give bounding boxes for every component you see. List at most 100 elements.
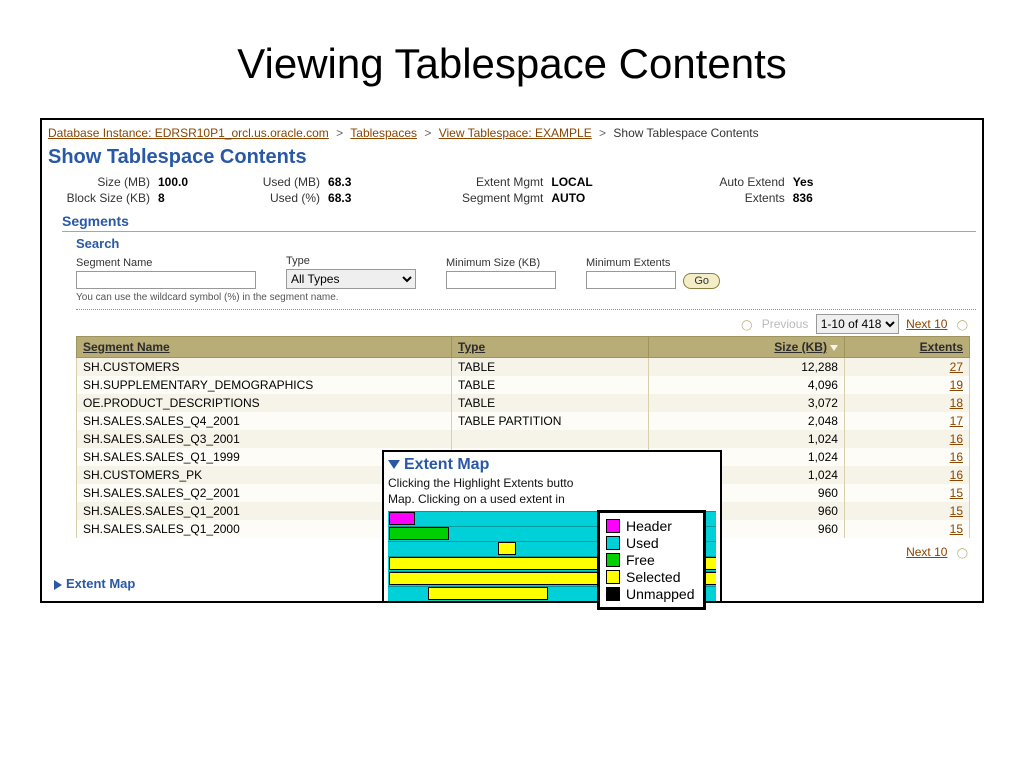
legend-label-header: Header bbox=[626, 518, 672, 534]
cell-extents: 15 bbox=[844, 484, 969, 502]
extents-link[interactable]: 27 bbox=[950, 360, 963, 374]
extents-link[interactable]: 17 bbox=[950, 414, 963, 428]
expand-icon bbox=[54, 580, 62, 590]
legend-swatch-unmapped bbox=[606, 587, 620, 601]
segment-name-input[interactable] bbox=[76, 271, 256, 289]
divider bbox=[76, 309, 976, 310]
table-row: SH.CUSTOMERSTABLE12,28827 bbox=[77, 358, 970, 377]
stat-label: Auto Extend bbox=[693, 175, 793, 189]
extents-link[interactable]: 15 bbox=[950, 504, 963, 518]
stat-value-size-mb: 100.0 bbox=[158, 175, 188, 189]
cell-extents: 15 bbox=[844, 502, 969, 520]
prev-icon: ◯ bbox=[741, 320, 752, 331]
extent-cell-selected[interactable] bbox=[428, 587, 548, 600]
cell-segment-name: SH.CUSTOMERS bbox=[77, 358, 452, 377]
extents-link[interactable]: 15 bbox=[950, 522, 963, 536]
next-link[interactable]: Next 10 bbox=[906, 317, 947, 331]
table-row: OE.PRODUCT_DESCRIPTIONSTABLE3,072 18 bbox=[77, 394, 970, 412]
legend-swatch-selected bbox=[606, 570, 620, 584]
cell-size-kb: 3,072 bbox=[648, 394, 844, 412]
cell-size-kb: 2,048 bbox=[648, 412, 844, 430]
extent-cell-selected[interactable] bbox=[498, 542, 516, 555]
extents-link[interactable]: 15 bbox=[950, 486, 963, 500]
page-range-select[interactable]: 1-10 of 418 bbox=[816, 314, 899, 334]
legend-swatch-header bbox=[606, 519, 620, 533]
breadcrumb-sep: > bbox=[336, 126, 343, 140]
stats-row: Size (MB)100.0 Block Size (KB)8 Used (MB… bbox=[58, 175, 976, 205]
segments-section-heading: Segments bbox=[62, 213, 976, 232]
cell-size-kb: 1,024 bbox=[648, 430, 844, 448]
min-size-input[interactable] bbox=[446, 271, 556, 289]
table-row: SH.SUPPLEMENTARY_DEMOGRAPHICSTABLE4,0961… bbox=[77, 376, 970, 394]
extent-map-title: Extent Map bbox=[404, 456, 489, 473]
type-select[interactable]: All Types bbox=[286, 269, 416, 289]
stat-label: Used (%) bbox=[228, 191, 328, 205]
legend-label-selected: Selected bbox=[626, 569, 680, 585]
cell-extents: 16 bbox=[844, 448, 969, 466]
extent-map-legend: Header Used Free Selected Unmapped bbox=[597, 510, 706, 610]
col-type[interactable]: Type bbox=[452, 337, 648, 358]
cell-type: TABLE bbox=[452, 358, 648, 377]
stat-value-used-pct: 68.3 bbox=[328, 191, 351, 205]
segment-name-label: Segment Name bbox=[76, 257, 256, 269]
extents-link[interactable]: 19 bbox=[950, 378, 963, 392]
stat-value-extent-mgmt: LOCAL bbox=[551, 175, 592, 189]
cell-extents: 16 bbox=[844, 466, 969, 484]
stat-label: Extent Mgmt bbox=[451, 175, 551, 189]
breadcrumb-link-tablespaces[interactable]: Tablespaces bbox=[350, 126, 417, 140]
stat-value-block-size: 8 bbox=[158, 191, 165, 205]
legend-label-free: Free bbox=[626, 552, 655, 568]
min-extents-label: Minimum Extents bbox=[586, 257, 720, 269]
table-row: SH.SALES.SALES_Q4_2001TABLE PARTITION2,0… bbox=[77, 412, 970, 430]
breadcrumb-sep: > bbox=[599, 126, 606, 140]
app-frame: Database Instance: EDRSR10P1_orcl.us.ora… bbox=[40, 118, 984, 603]
stat-value-extents: 836 bbox=[793, 191, 813, 205]
extents-link[interactable]: 16 bbox=[950, 432, 963, 446]
legend-label-used: Used bbox=[626, 535, 659, 551]
col-extents[interactable]: Extents bbox=[844, 337, 969, 358]
search-section-heading: Search bbox=[76, 236, 976, 251]
min-size-label: Minimum Size (KB) bbox=[446, 257, 556, 269]
stat-label: Segment Mgmt bbox=[451, 191, 551, 205]
sort-desc-icon bbox=[830, 345, 838, 351]
legend-swatch-free bbox=[606, 553, 620, 567]
slide-title: Viewing Tablespace Contents bbox=[40, 40, 984, 88]
cell-extents: 27 bbox=[844, 358, 969, 377]
table-row: SH.SALES.SALES_Q3_2001 1,024 16 bbox=[77, 430, 970, 448]
stat-label: Used (MB) bbox=[228, 175, 328, 189]
stat-value-segment-mgmt: AUTO bbox=[551, 191, 585, 205]
next-icon: ◯ bbox=[957, 320, 968, 331]
breadcrumb-link-instance[interactable]: Database Instance: EDRSR10P1_orcl.us.ora… bbox=[48, 126, 329, 140]
legend-swatch-used bbox=[606, 536, 620, 550]
cell-type bbox=[452, 430, 648, 448]
cell-segment-name: OE.PRODUCT_DESCRIPTIONS bbox=[77, 394, 452, 412]
stat-value-used-mb: 68.3 bbox=[328, 175, 351, 189]
extent-cell-header[interactable] bbox=[389, 512, 415, 525]
extent-map-toggle[interactable]: Extent Map bbox=[54, 576, 135, 591]
cell-segment-name: SH.SALES.SALES_Q4_2001 bbox=[77, 412, 452, 430]
cell-segment-name: SH.SALES.SALES_Q3_2001 bbox=[77, 430, 452, 448]
page-title: Show Tablespace Contents bbox=[48, 146, 976, 169]
min-extents-input[interactable] bbox=[586, 271, 676, 289]
cell-extents: 18 bbox=[844, 394, 969, 412]
cell-extents: 19 bbox=[844, 376, 969, 394]
cell-type: TABLE PARTITION bbox=[452, 412, 648, 430]
next-link-bottom[interactable]: Next 10 bbox=[906, 545, 947, 559]
cell-extents: 15 bbox=[844, 520, 969, 538]
cell-type: TABLE bbox=[452, 394, 648, 412]
breadcrumb-sep: > bbox=[424, 126, 431, 140]
extent-cell-free[interactable] bbox=[389, 527, 449, 540]
extents-link[interactable]: 18 bbox=[950, 396, 963, 410]
extents-link[interactable]: 16 bbox=[950, 450, 963, 464]
cell-extents: 16 bbox=[844, 430, 969, 448]
breadcrumb-link-view-tablespace[interactable]: View Tablespace: EXAMPLE bbox=[439, 126, 592, 140]
cell-extents: 17 bbox=[844, 412, 969, 430]
stat-label: Size (MB) bbox=[58, 175, 158, 189]
cell-segment-name: SH.SUPPLEMENTARY_DEMOGRAPHICS bbox=[77, 376, 452, 394]
go-button[interactable]: Go bbox=[683, 273, 720, 289]
col-size-kb[interactable]: Size (KB) bbox=[648, 337, 844, 358]
col-segment-name[interactable]: Segment Name bbox=[77, 337, 452, 358]
legend-label-unmapped: Unmapped bbox=[626, 586, 695, 602]
breadcrumb-current: Show Tablespace Contents bbox=[613, 126, 758, 140]
extents-link[interactable]: 16 bbox=[950, 468, 963, 482]
